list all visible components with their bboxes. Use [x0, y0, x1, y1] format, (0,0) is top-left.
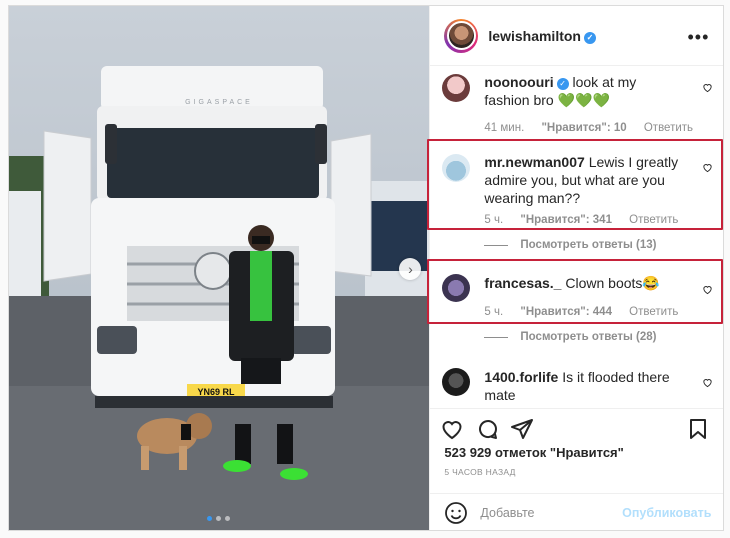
add-comment-bar: Опубликовать — [430, 493, 724, 531]
view-replies-label[interactable]: Посмотреть ответы (28) — [520, 331, 656, 343]
post-actions: 523 929 отметок "Нравится" 5 ЧАСОВ НАЗАД… — [430, 408, 724, 531]
likes-count[interactable]: 523 929 отметок "Нравится" — [444, 445, 623, 460]
post-header: lewishamilton ✓ ••• — [430, 6, 724, 66]
comment-emoji: 💚💚💚 — [557, 92, 610, 108]
heart-icon[interactable] — [702, 82, 713, 93]
carousel-dot — [207, 516, 212, 521]
post-time: 5 ЧАСОВ НАЗАД — [444, 467, 516, 477]
chevron-right-icon: › — [408, 261, 413, 277]
share-send-icon[interactable] — [510, 417, 534, 441]
next-photo-button[interactable]: › — [399, 258, 421, 280]
post-photo[interactable]: YN69 RL GIGASPACE › — [9, 6, 430, 530]
comment-meta: 41 мин. "Нравится": 10 Ответить — [484, 122, 707, 134]
reply-button[interactable]: Ответить — [644, 122, 693, 134]
author-name-text[interactable]: lewishamilton — [488, 28, 581, 44]
author-avatar[interactable] — [444, 18, 479, 53]
comment-username[interactable]: noonoouri — [484, 74, 553, 90]
carousel-dots — [207, 516, 230, 521]
view-replies-button[interactable]: Посмотреть ответы (13) — [484, 239, 656, 251]
commenter-avatar[interactable] — [442, 74, 471, 102]
comment-time: 41 мин. — [484, 122, 525, 134]
emoji-smile-icon[interactable] — [444, 501, 468, 525]
bookmark-icon[interactable] — [686, 417, 710, 441]
carousel-dot — [216, 516, 221, 521]
verified-badge-icon: ✓ — [583, 31, 596, 44]
replies-divider — [484, 336, 509, 338]
view-replies-label[interactable]: Посмотреть ответы (13) — [520, 239, 656, 251]
highlight-box — [427, 139, 723, 230]
view-replies-button[interactable]: Посмотреть ответы (28) — [484, 331, 656, 343]
like-heart-icon[interactable] — [440, 417, 464, 441]
truck-logo-text: GIGASPACE — [185, 99, 253, 106]
carousel-dot — [225, 516, 230, 521]
replies-divider — [484, 244, 509, 246]
license-plate: YN69 RL — [197, 387, 235, 397]
verified-badge-icon: ✓ — [556, 78, 569, 90]
comment-text: 1400.forlife Is it flooded there mate — [484, 368, 684, 404]
photo-scene: YN69 RL GIGASPACE — [9, 6, 430, 530]
comment-likes[interactable]: "Нравится": 10 — [541, 122, 626, 134]
heart-icon[interactable] — [702, 377, 713, 388]
author-username[interactable]: lewishamilton ✓ — [488, 28, 596, 44]
more-options-icon[interactable]: ••• — [688, 28, 710, 46]
highlight-box — [427, 259, 723, 324]
comment-username[interactable]: 1400.forlife — [484, 369, 558, 385]
publish-button[interactable]: Опубликовать — [622, 506, 711, 520]
commenter-avatar[interactable] — [442, 368, 471, 396]
comment-bubble-icon[interactable] — [476, 417, 500, 441]
comment-text: noonoouri ✓ look at my fashion bro 💚💚💚 — [484, 73, 684, 109]
comment-input[interactable] — [480, 505, 621, 520]
avatar-image — [446, 21, 476, 50]
